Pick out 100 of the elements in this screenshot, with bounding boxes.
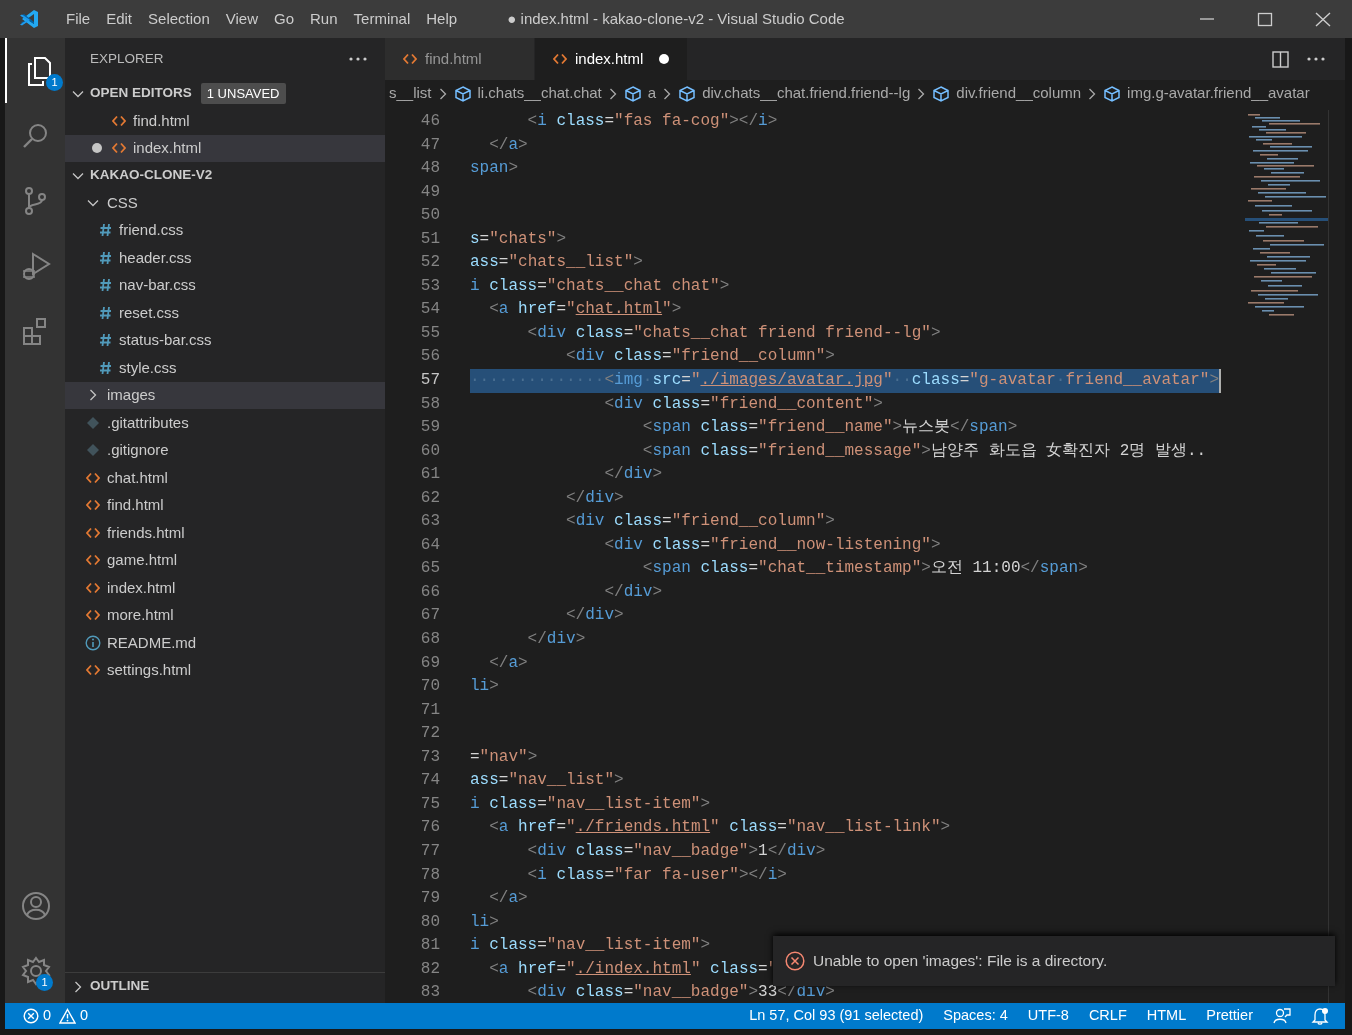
menu-item[interactable]: Edit bbox=[98, 7, 141, 31]
code-line: li> bbox=[470, 676, 499, 698]
section-header[interactable]: KAKAO-CLONE-V2 bbox=[65, 162, 385, 189]
breadcrumb-item[interactable]: s__list bbox=[389, 82, 432, 105]
line-number: 78 bbox=[419, 864, 440, 886]
editor-tab[interactable]: find.html bbox=[385, 38, 535, 80]
status-item[interactable]: Ln 57, Col 93 (91 selected) bbox=[739, 1005, 934, 1027]
menu-item[interactable]: File bbox=[58, 7, 99, 31]
line-number: 66 bbox=[419, 581, 440, 603]
file-tree-item[interactable]: chat.html bbox=[65, 464, 385, 492]
code-line: <span class="friend__message">남양주 화도읍 女확진자 2명 발생.. bbox=[642, 440, 1207, 462]
file-tree-item[interactable]: friend.css bbox=[65, 216, 385, 244]
diamond-icon bbox=[86, 443, 100, 458]
status-item[interactable]: Spaces: 4 bbox=[933, 1005, 1018, 1027]
more-icon[interactable] bbox=[1307, 57, 1325, 61]
file-tree-item[interactable]: find.html bbox=[65, 491, 385, 519]
section-header[interactable]: OUTLINE bbox=[65, 972, 385, 1000]
diamond-icon bbox=[86, 415, 100, 430]
breadcrumb-item[interactable]: a bbox=[623, 82, 657, 105]
file-tree-item[interactable]: more.html bbox=[65, 601, 385, 629]
status-item[interactable]: CRLF bbox=[1078, 1005, 1137, 1027]
split-editor-icon[interactable] bbox=[1272, 50, 1289, 68]
line-number: 68 bbox=[419, 629, 440, 651]
status-item[interactable]: HTML bbox=[1136, 1005, 1197, 1027]
file-tree-item[interactable]: nav-bar.css bbox=[65, 271, 385, 299]
file-tree-item[interactable]: style.css bbox=[65, 354, 385, 382]
breadcrumb-item[interactable]: img.g-avatar.friend__avatar bbox=[1103, 82, 1310, 105]
breadcrumb-item[interactable]: div.chats__chat.friend.friend--lg bbox=[678, 82, 911, 105]
code-line: <span class="friend__name">뉴스봇</span> bbox=[642, 417, 1018, 439]
hash-icon bbox=[98, 305, 112, 320]
code-line: i class="chats__chat chat"> bbox=[470, 275, 730, 297]
line-number: 75 bbox=[419, 793, 440, 815]
code-icon bbox=[86, 609, 100, 622]
menu-item[interactable]: Help bbox=[418, 7, 466, 31]
line-number: 65 bbox=[419, 558, 440, 580]
file-tree-item[interactable]: index.html bbox=[65, 574, 385, 602]
file-tree-item[interactable]: reset.css bbox=[65, 299, 385, 327]
code-line: <div class="friend__now-listening"> bbox=[604, 534, 941, 556]
code-icon bbox=[403, 53, 417, 65]
line-number: 77 bbox=[419, 840, 440, 862]
menu-item[interactable]: Go bbox=[266, 7, 302, 31]
line-number: 49 bbox=[419, 181, 440, 203]
line-number: 82 bbox=[419, 958, 440, 980]
file-tree-item[interactable]: .gitignore bbox=[65, 436, 385, 464]
status-item[interactable]: UTF-8 bbox=[1017, 1005, 1079, 1027]
section-header[interactable]: OPEN EDITORS 1 UNSAVED bbox=[65, 80, 385, 107]
maximize-icon[interactable] bbox=[1255, 10, 1275, 28]
breadcrumb-item[interactable]: li.chats__chat.chat bbox=[453, 82, 602, 105]
error-icon[interactable] bbox=[23, 1008, 39, 1024]
file-tree-item[interactable]: friends.html bbox=[65, 519, 385, 547]
code-line: <div class="friend__column"> bbox=[566, 346, 835, 368]
code-icon bbox=[553, 53, 567, 65]
code-icon bbox=[112, 114, 126, 127]
file-tree-item[interactable]: status-bar.css bbox=[65, 326, 385, 354]
feedback-icon[interactable] bbox=[1273, 1007, 1291, 1025]
open-editor-item[interactable]: index.html bbox=[65, 134, 385, 162]
info-icon bbox=[85, 634, 101, 651]
code-icon bbox=[112, 142, 126, 155]
cube-icon bbox=[678, 84, 697, 103]
line-number: 81 bbox=[419, 935, 440, 957]
file-tree-item[interactable]: game.html bbox=[65, 546, 385, 574]
line-number: 76 bbox=[419, 817, 440, 839]
notification-message: Unable to open 'images': File is a directory. bbox=[813, 951, 1108, 972]
notification-badge: 1 bbox=[36, 974, 53, 991]
warning-count[interactable]: 0 bbox=[80, 1005, 89, 1027]
menu-item[interactable]: Run bbox=[302, 7, 346, 31]
code-icon bbox=[86, 664, 100, 677]
file-tree-item[interactable]: images bbox=[65, 381, 385, 409]
status-item[interactable]: Prettier bbox=[1196, 1005, 1263, 1027]
menu-item[interactable]: Selection bbox=[140, 7, 218, 31]
menu-item[interactable]: View bbox=[217, 7, 266, 31]
code-line: <div class="friend__content"> bbox=[604, 393, 883, 415]
code-line: ass="nav__list"> bbox=[470, 770, 624, 792]
open-editor-item[interactable]: find.html bbox=[65, 107, 385, 135]
breadcrumb-item[interactable]: div.friend__column bbox=[932, 82, 1082, 105]
file-tree-item[interactable]: .gitattributes bbox=[65, 409, 385, 437]
code-line: <i class="fas fa-cog"></i> bbox=[527, 111, 778, 132]
code-line: <div class="chats__chat friend friend--lg"> bbox=[527, 322, 941, 344]
editor-tab[interactable]: index.html bbox=[535, 38, 689, 80]
file-tree-item[interactable]: CSS bbox=[65, 189, 385, 217]
code-line: </div> bbox=[566, 487, 624, 509]
line-number: 74 bbox=[419, 770, 440, 792]
code-line: i class="nav__list-item"> bbox=[470, 793, 711, 815]
file-tree-item[interactable]: README.md bbox=[65, 629, 385, 657]
error-count[interactable]: 0 bbox=[43, 1005, 52, 1027]
line-number: 55 bbox=[419, 322, 440, 344]
file-tree-item[interactable]: header.css bbox=[65, 244, 385, 272]
warning-icon[interactable] bbox=[59, 1008, 77, 1024]
more-icon[interactable] bbox=[349, 57, 367, 61]
file-tree-item[interactable]: settings.html bbox=[65, 656, 385, 684]
line-number: 80 bbox=[419, 911, 440, 933]
line-number: 83 bbox=[419, 982, 440, 1003]
bell-icon[interactable] bbox=[1311, 1007, 1329, 1025]
cube-icon bbox=[1103, 84, 1122, 103]
hash-icon bbox=[98, 360, 112, 375]
line-number: 64 bbox=[419, 534, 440, 556]
menu-item[interactable]: Terminal bbox=[345, 7, 419, 31]
close-icon[interactable] bbox=[1313, 10, 1333, 28]
line-number: 47 bbox=[419, 134, 440, 156]
line-number: 56 bbox=[419, 346, 440, 368]
